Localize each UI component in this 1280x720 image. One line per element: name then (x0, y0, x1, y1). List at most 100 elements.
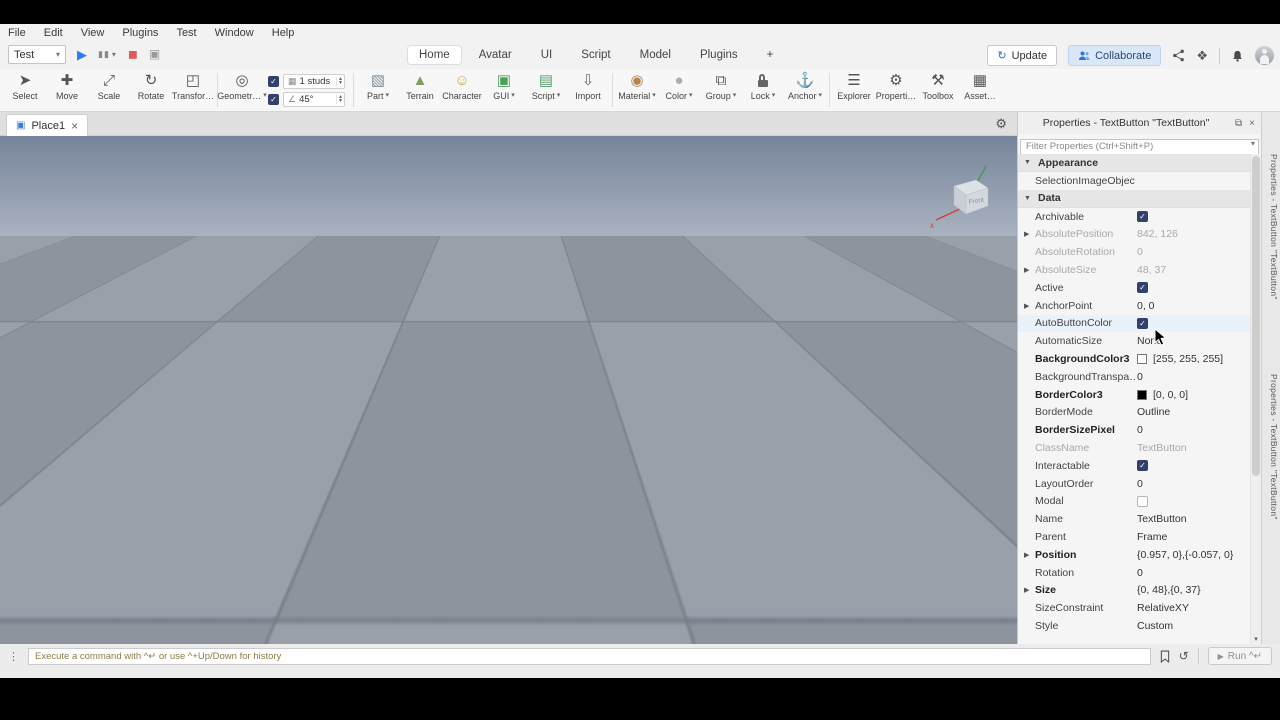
property-value[interactable]: Outline (1135, 406, 1170, 418)
close-icon[interactable]: × (1249, 118, 1255, 129)
resize-handle[interactable] (671, 272, 676, 277)
menu-window[interactable]: Window (215, 27, 254, 39)
expand-icon[interactable]: ▶ (1024, 586, 1033, 594)
scroll-down-icon[interactable]: ▾ (1251, 635, 1261, 643)
property-row-layoutorder[interactable]: LayoutOrder 0 (1018, 475, 1250, 493)
tool-properties[interactable]: ⚙ Properti… (875, 69, 917, 111)
tab-add[interactable]: + (756, 46, 785, 64)
tool-material[interactable]: ◉ Material ▾ (616, 69, 658, 111)
play-button[interactable]: ▶ (77, 45, 87, 64)
property-row-autobuttoncolor[interactable]: AutoButtonColor ✓ (1018, 314, 1250, 333)
resize-handle[interactable] (716, 236, 721, 241)
section-caret-icon[interactable]: ▼ (1024, 195, 1033, 202)
property-value[interactable]: 0 (1135, 567, 1143, 579)
property-value[interactable]: TextButton (1135, 513, 1187, 525)
tool-part[interactable]: ▧ Part ▾ (357, 69, 399, 111)
tool-transform[interactable]: ◰ Transfor… (172, 69, 214, 111)
pause-button[interactable]: ▮▮ ▾ (98, 45, 117, 64)
bookmark-button[interactable] (1160, 650, 1170, 663)
chevron-down-icon[interactable]: ▾ (112, 45, 117, 64)
tool-anchor[interactable]: ⚓ Anchor ▾ (784, 69, 826, 111)
property-row-active[interactable]: Active ✓ (1018, 279, 1250, 297)
update-button[interactable]: ↻ Update (987, 45, 1058, 66)
view-cube[interactable]: Front x (928, 162, 1003, 237)
property-row-bordermode[interactable]: BorderMode Outline (1018, 404, 1250, 422)
property-row-name[interactable]: Name TextButton (1018, 510, 1250, 528)
chevron-down-icon[interactable]: ▾ (772, 92, 776, 99)
active-checkbox[interactable]: ✓ (1137, 282, 1148, 294)
resize-handle[interactable] (693, 272, 698, 277)
tool-character[interactable]: ☺ Character (441, 69, 483, 111)
gui-frame[interactable] (325, 255, 692, 522)
chevron-down-icon[interactable]: ▾ (819, 92, 823, 99)
property-row-size[interactable]: ▶ Size {0, 48},{0, 37} (1018, 582, 1250, 600)
section-caret-icon[interactable]: ▼ (1024, 159, 1033, 166)
tool-select[interactable]: ➤ Select (4, 69, 46, 111)
property-row-absoluterotation[interactable]: AbsoluteRotation 0 (1018, 243, 1250, 261)
tool-geometry[interactable]: ◎ Geometr… ▾ (217, 69, 267, 111)
tab-place1[interactable]: ▣ Place1 × (6, 114, 89, 136)
tool-scale[interactable]: ⤢ Scale (88, 69, 130, 111)
menu-view[interactable]: View (81, 27, 105, 39)
property-row-absolutesize[interactable]: ▶ AbsoluteSize 48, 37 (1018, 261, 1250, 279)
properties-scrollbar[interactable]: ▾ (1250, 154, 1261, 644)
property-value[interactable]: 0, 0 (1135, 300, 1155, 312)
tool-asset-manager[interactable]: ▦ Asset… (959, 69, 1001, 111)
chevron-down-icon[interactable]: ▾ (386, 92, 390, 99)
property-value[interactable]: 0 (1135, 478, 1143, 490)
property-value[interactable]: 0 (1135, 424, 1143, 436)
snap-rotate-stepper[interactable]: ▴ ▾ (335, 94, 342, 104)
close-icon[interactable]: × (71, 119, 78, 133)
expand-icon[interactable]: ▶ (1024, 302, 1033, 310)
tab-plugins[interactable]: Plugins (689, 46, 749, 64)
float-panel-icon[interactable]: ⧉ (1235, 118, 1242, 129)
menu-test[interactable]: Test (176, 27, 196, 39)
property-row-rotation[interactable]: Rotation 0 (1018, 564, 1250, 582)
interactable-checkbox[interactable]: ✓ (1137, 460, 1148, 472)
command-input[interactable] (28, 647, 1151, 665)
resize-handle[interactable] (716, 272, 721, 277)
resize-handle[interactable] (716, 253, 721, 259)
collaborate-button[interactable]: Collaborate (1068, 45, 1162, 66)
tool-color[interactable]: ● Color ▾ (658, 69, 700, 111)
menu-edit[interactable]: Edit (44, 27, 63, 39)
tab-avatar[interactable]: Avatar (468, 46, 523, 64)
modal-checkbox[interactable] (1137, 495, 1148, 507)
resize-handle[interactable] (671, 236, 676, 241)
stepper-down-icon[interactable]: ▾ (339, 98, 342, 103)
tool-move[interactable]: ✚ Move (46, 69, 88, 111)
autobuttoncolor-checkbox[interactable]: ✓ (1137, 317, 1148, 329)
section-appearance[interactable]: ▼ Appearance (1018, 154, 1250, 172)
menu-help[interactable]: Help (272, 27, 295, 39)
share-button[interactable] (1172, 49, 1185, 62)
scrollbar-thumb[interactable] (1252, 156, 1260, 476)
menu-file[interactable]: File (8, 27, 26, 39)
property-value[interactable]: 48, 37 (1135, 264, 1166, 276)
dock-tab-properties-2[interactable]: Properties - TextButton "TextButton" (1265, 374, 1279, 520)
property-row-parent[interactable]: Parent Frame (1018, 528, 1250, 546)
stepper-down-icon[interactable]: ▾ (339, 80, 342, 85)
property-value[interactable]: {0, 48},{0, 37} (1135, 584, 1201, 596)
property-row-style[interactable]: Style Custom (1018, 617, 1250, 635)
property-row-modal[interactable]: Modal (1018, 493, 1250, 511)
property-row-classname[interactable]: ClassName TextButton (1018, 439, 1250, 457)
archivable-checkbox[interactable]: ✓ (1137, 211, 1148, 223)
notifications-button[interactable] (1231, 49, 1244, 63)
property-value[interactable]: [0, 0, 0] (1151, 389, 1188, 401)
backgroundcolor3-swatch[interactable] (1137, 354, 1147, 365)
property-row-archivable[interactable]: Archivable ✓ (1018, 208, 1250, 226)
property-row-interactable[interactable]: Interactable ✓ (1018, 457, 1250, 475)
chevron-down-icon[interactable]: ▾ (511, 92, 515, 99)
tool-rotate[interactable]: ↻ Rotate (130, 69, 172, 111)
property-value[interactable]: [255, 255, 255] (1151, 353, 1223, 365)
chevron-down-icon[interactable]: ▾ (1251, 139, 1255, 148)
section-data[interactable]: ▼ Data (1018, 189, 1250, 208)
tool-script[interactable]: ▤ Script ▾ (525, 69, 567, 111)
tab-model[interactable]: Model (629, 46, 682, 64)
tab-script[interactable]: Script (570, 46, 621, 64)
history-button[interactable]: ↺ (1179, 649, 1189, 663)
test-mode-dropdown[interactable]: Test ▾ (8, 45, 66, 64)
property-row-selectionimageobject[interactable]: SelectionImageObject (1018, 172, 1250, 190)
drag-grip-icon[interactable]: ⋮ (8, 650, 19, 663)
menu-plugins[interactable]: Plugins (122, 27, 158, 39)
